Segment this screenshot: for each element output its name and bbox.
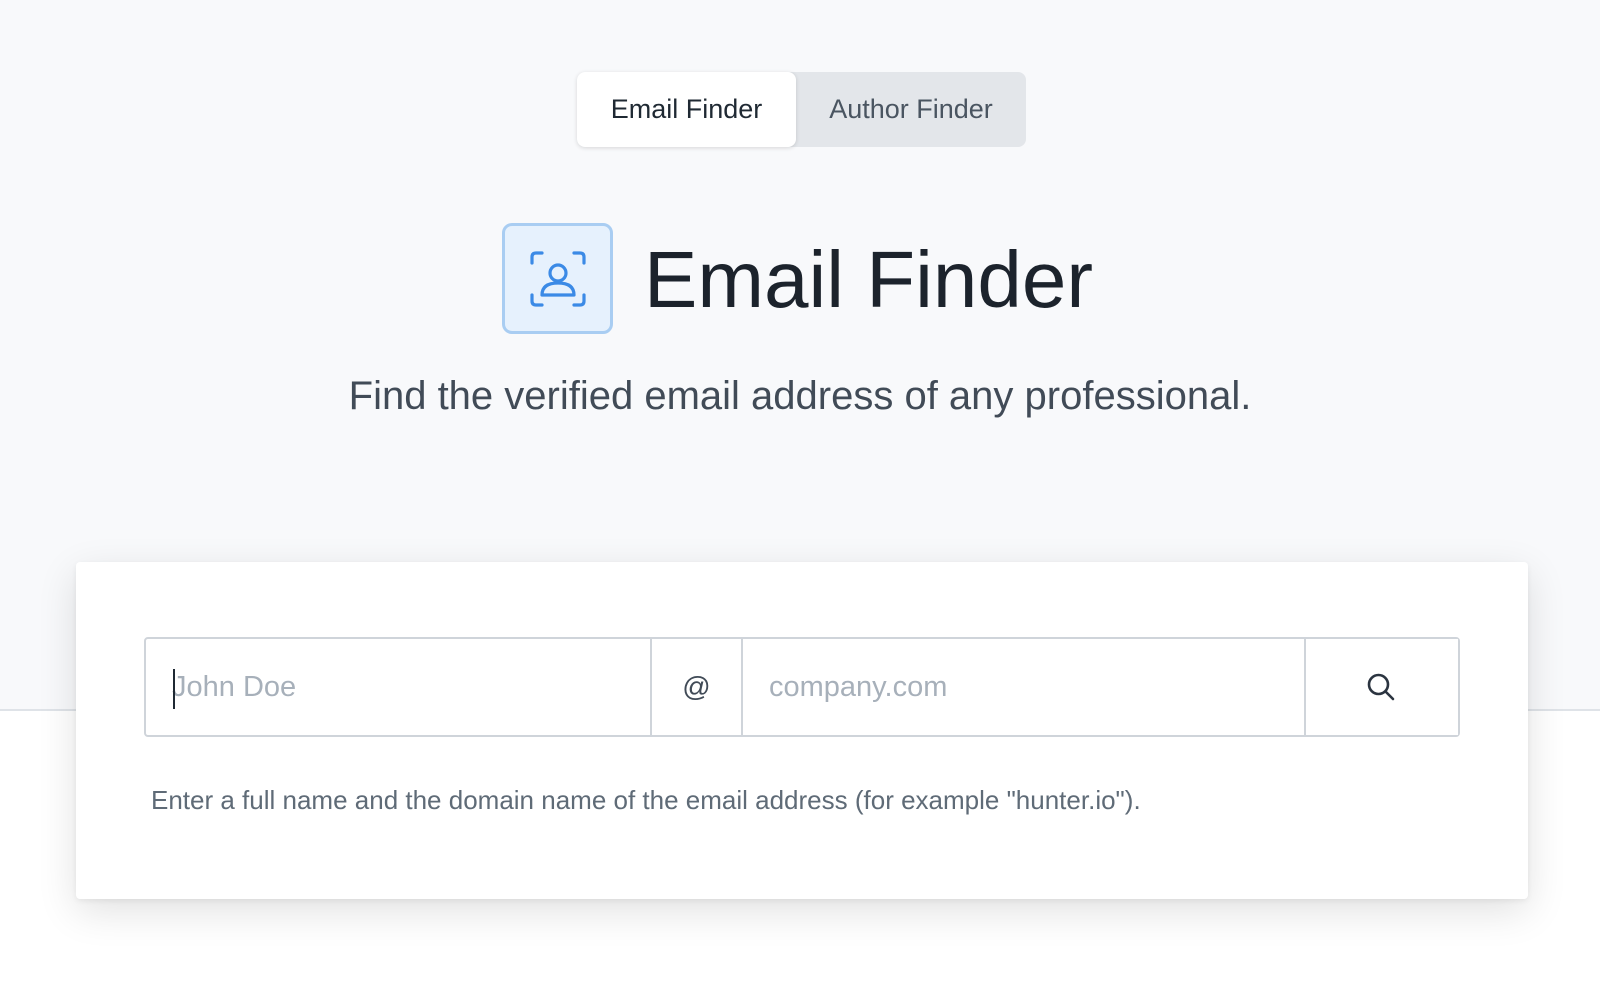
tab-author-finder[interactable]: Author Finder: [796, 72, 1026, 147]
page-subtitle: Find the verified email address of any p…: [348, 374, 1252, 418]
domain-input[interactable]: [743, 639, 1304, 735]
search-button[interactable]: [1306, 639, 1458, 735]
at-symbol: @: [652, 639, 743, 735]
helper-text: Enter a full name and the domain name of…: [151, 785, 1141, 815]
search-card: @ Enter a full name and the domain name …: [76, 562, 1528, 899]
full-name-input[interactable]: [146, 639, 650, 735]
finder-tabs: Email Finder Author Finder: [577, 72, 1026, 147]
domain-field[interactable]: [743, 639, 1306, 735]
user-focus-icon: [502, 223, 613, 334]
text-caret: [173, 669, 175, 709]
search-form: @: [144, 637, 1460, 737]
page-title: Email Finder: [644, 235, 1094, 324]
tab-email-finder[interactable]: Email Finder: [577, 72, 796, 147]
search-icon: [1367, 673, 1395, 701]
full-name-field[interactable]: [146, 639, 652, 735]
